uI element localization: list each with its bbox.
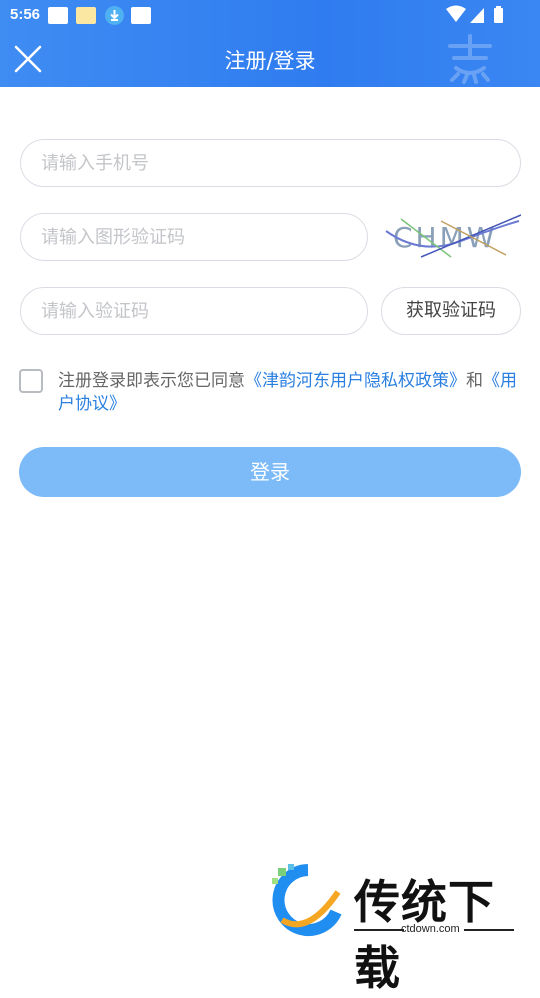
captcha-image[interactable]: CHMW xyxy=(381,211,522,263)
footer-divider xyxy=(354,929,404,931)
sms-code-field[interactable] xyxy=(20,287,368,335)
captcha-text: CHMW xyxy=(393,221,497,254)
captcha-field[interactable] xyxy=(20,213,368,261)
phone-input[interactable] xyxy=(21,140,520,186)
footer-divider xyxy=(464,929,514,931)
notification-app-icon xyxy=(76,7,96,24)
footer-url: ctdown.com xyxy=(401,923,460,935)
status-time: 5:56 xyxy=(10,6,41,23)
agreement-checkbox[interactable] xyxy=(19,369,43,393)
system-status-icons xyxy=(446,5,503,23)
notification-app-icon xyxy=(131,7,151,24)
download-icon xyxy=(105,6,124,25)
notification-app-icon xyxy=(48,7,68,24)
agreement-prefix: 注册登录即表示您已同意 xyxy=(58,371,245,391)
status-bar: 5:56 xyxy=(0,0,540,30)
captcha-picture: CHMW xyxy=(381,211,522,263)
captcha-input[interactable] xyxy=(21,214,367,260)
title-bar: 注册/登录 xyxy=(0,30,540,87)
app-header: 5:56 注册/登录 xyxy=(0,0,540,87)
sms-code-input[interactable] xyxy=(21,288,367,334)
signal-icon xyxy=(470,8,484,23)
agreement-conjunction: 和 xyxy=(466,371,483,391)
battery-icon xyxy=(494,8,503,23)
header-watermark-icon xyxy=(448,34,492,84)
login-button[interactable]: 登录 xyxy=(19,447,521,497)
phone-field[interactable] xyxy=(20,139,521,187)
agreement-text: 注册登录即表示您已同意《津韵河东用户隐私权政策》和《用户协议》 xyxy=(58,370,518,416)
wifi-icon xyxy=(446,5,466,22)
footer-watermark: 传统下载 ctdown.com xyxy=(268,862,518,995)
get-code-button[interactable]: 获取验证码 xyxy=(381,287,521,335)
brand-logo-icon xyxy=(272,864,342,936)
privacy-policy-link[interactable]: 《津韵河东用户隐私权政策》 xyxy=(245,371,466,391)
